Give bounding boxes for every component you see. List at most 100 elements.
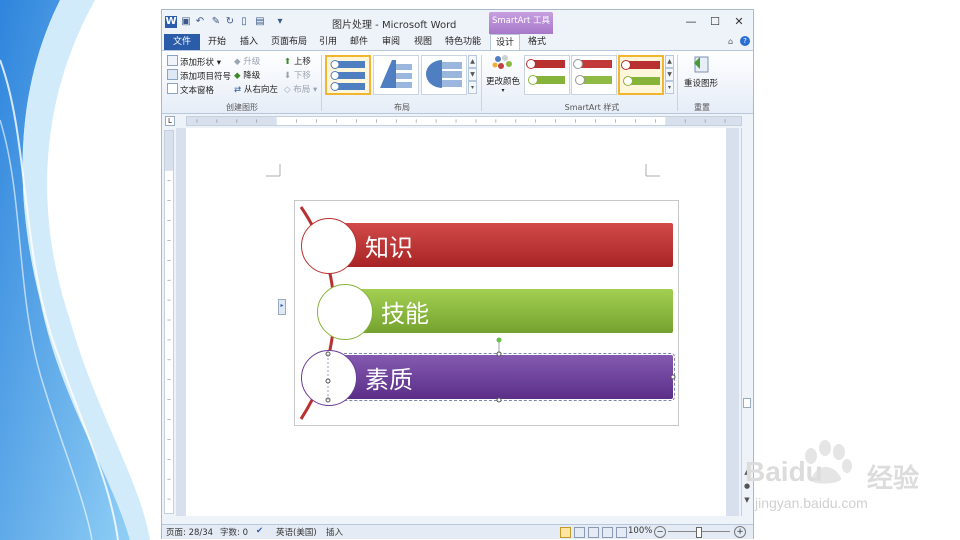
layout-option-arc[interactable] <box>421 55 467 95</box>
tab-special-features[interactable]: 特色功能 <box>440 34 486 50</box>
undo-icon[interactable]: ↶ <box>194 16 206 28</box>
smartart-styles-group-label: SmartArt 样式 <box>564 103 620 112</box>
smartart-circle-1[interactable] <box>301 218 357 274</box>
web-layout-view-icon[interactable] <box>588 527 599 538</box>
text-pane-label: 文本窗格 <box>180 86 215 96</box>
tab-mailings[interactable]: 邮件 <box>344 34 374 50</box>
text-pane-toggle[interactable]: ▸ <box>278 299 286 315</box>
help-icon[interactable]: ? <box>740 36 750 46</box>
vertical-ruler <box>164 130 174 514</box>
move-down-icon: ⬇ <box>284 71 294 81</box>
watermark-brand-cn: 经验 <box>867 464 920 494</box>
group-separator <box>677 55 678 111</box>
smartart-tools-context-tab: SmartArt 工具 <box>489 12 553 34</box>
proofing-icon[interactable]: ✔ <box>256 526 263 536</box>
maximize-button[interactable]: ☐ <box>702 14 728 30</box>
word-window: W ▣ ↶ ✎ ↻ ▯ ▤ ▾ 图片处理 - Microsoft Word Sm… <box>161 9 754 539</box>
zoom-level[interactable]: 100% <box>628 526 652 536</box>
collapse-ribbon-icon[interactable]: ⌂ <box>728 37 733 46</box>
tab-home[interactable]: 开始 <box>202 34 232 50</box>
language-indicator[interactable]: 英语(美国) <box>276 526 317 538</box>
tab-selector-icon[interactable]: L <box>165 116 175 126</box>
draft-view-icon[interactable] <box>616 527 627 538</box>
scroll-thumb[interactable] <box>743 398 751 408</box>
change-colors-label: 更改颜色 <box>485 77 520 87</box>
format-painter-icon[interactable]: ✎ <box>210 16 222 28</box>
window-title: 图片处理 - Microsoft Word <box>332 20 457 31</box>
new-document-icon[interactable]: ▯ <box>238 16 250 28</box>
minimize-button[interactable]: — <box>678 14 704 30</box>
layout-dropdown-button[interactable]: ◇ 布局 ▾ <box>284 83 317 95</box>
add-bullet-button[interactable]: 添加项目符号 <box>167 69 231 82</box>
smartart-text-1[interactable]: 知识 <box>365 228 413 263</box>
tab-references[interactable]: 引用 <box>314 34 342 50</box>
move-down-button[interactable]: ⬇ 下移 <box>284 69 311 81</box>
move-down-label: 下移 <box>293 71 311 81</box>
page-margin-marks <box>266 164 660 177</box>
insert-mode-indicator[interactable]: 插入 <box>326 526 343 538</box>
watermark-url: jingyan.baidu.com <box>755 495 868 511</box>
move-up-button[interactable]: ⬆ 上移 <box>284 55 311 67</box>
style-option-1[interactable] <box>524 55 570 95</box>
gallery-expand[interactable]: ▾ <box>468 81 477 94</box>
style-thumbnail <box>573 59 612 85</box>
smartart-circle-2[interactable] <box>317 284 373 340</box>
tab-format[interactable]: 格式 <box>522 34 552 50</box>
baidu-jingyan-watermark: Baidu 经验 jingyan.baidu.com <box>745 440 945 520</box>
right-to-left-button[interactable]: ⇄ 从右向左 <box>234 83 278 95</box>
promote-icon: ◆ <box>234 57 244 67</box>
style-option-2[interactable] <box>571 55 617 95</box>
style-option-3-selected[interactable] <box>618 55 664 95</box>
save-icon[interactable]: ▣ <box>180 16 192 28</box>
smartart-text-2[interactable]: 技能 <box>381 294 429 329</box>
right-to-left-label: 从右向左 <box>243 85 278 95</box>
zoom-in-button[interactable]: + <box>734 526 746 538</box>
styles-scroll-up[interactable]: ▲ <box>665 55 674 68</box>
layout-option-pyramid[interactable] <box>373 55 419 95</box>
styles-expand[interactable]: ▾ <box>665 81 674 94</box>
style-thumbnail <box>526 59 565 85</box>
title-bar: W ▣ ↶ ✎ ↻ ▯ ▤ ▾ 图片处理 - Microsoft Word Sm… <box>162 10 753 34</box>
gallery-scroll-down[interactable]: ▼ <box>468 68 477 81</box>
add-shape-button[interactable]: 添加形状 ▾ <box>167 55 221 68</box>
print-icon[interactable]: ▤ <box>254 16 266 28</box>
styles-scroll-down[interactable]: ▼ <box>665 68 674 81</box>
demote-icon: ◆ <box>234 71 244 81</box>
smartart-graphic[interactable]: 知识 技能 素质 <box>294 200 679 426</box>
style-thumbnail <box>621 60 660 86</box>
zoom-out-button[interactable]: − <box>654 526 666 538</box>
add-bullet-label: 添加项目符号 <box>180 72 232 82</box>
reset-graphic-button[interactable]: 重设图形 <box>680 54 722 94</box>
outline-view-icon[interactable] <box>602 527 613 538</box>
full-screen-reading-view-icon[interactable] <box>574 527 585 538</box>
status-bar: 页面: 28/34 字数: 0 ✔ 英语(美国) 插入 100% − + <box>162 524 753 539</box>
text-pane-button[interactable]: 文本窗格 <box>167 83 214 96</box>
tab-insert[interactable]: 插入 <box>234 34 264 50</box>
page-count[interactable]: 页面: 28/34 <box>166 526 213 538</box>
tab-page-layout[interactable]: 页面布局 <box>266 34 312 50</box>
promote-button[interactable]: ◆ 升级 <box>234 55 260 67</box>
layout-dropdown-label: 布局 ▾ <box>293 85 318 95</box>
customize-qat-icon[interactable]: ▾ <box>274 16 286 28</box>
document-page[interactable]: ▸ 知识 技能 素质 <box>186 128 726 516</box>
word-app-icon: W <box>165 16 177 28</box>
redo-icon[interactable]: ↻ <box>224 16 236 28</box>
blue-swirl-decoration <box>0 0 150 540</box>
change-colors-button[interactable]: 更改颜色 ▾ <box>484 54 522 100</box>
watermark-brand: Baidu <box>745 456 823 487</box>
demote-button[interactable]: ◆ 降级 <box>234 69 260 81</box>
tab-file[interactable]: 文件 <box>164 34 200 50</box>
close-button[interactable]: ✕ <box>726 14 752 30</box>
print-layout-view-icon[interactable] <box>560 527 571 538</box>
selection-handles <box>325 337 676 403</box>
demote-label: 降级 <box>243 71 261 81</box>
tab-review[interactable]: 审阅 <box>376 34 406 50</box>
zoom-slider-thumb[interactable] <box>696 527 702 538</box>
move-up-icon: ⬆ <box>284 57 294 67</box>
word-count[interactable]: 字数: 0 <box>220 526 248 538</box>
tab-view[interactable]: 视图 <box>408 34 438 50</box>
group-separator <box>321 55 322 111</box>
tab-design[interactable]: 设计 <box>490 34 520 50</box>
gallery-scroll-up[interactable]: ▲ <box>468 55 477 68</box>
layout-option-vertical-bullet[interactable] <box>325 55 371 95</box>
